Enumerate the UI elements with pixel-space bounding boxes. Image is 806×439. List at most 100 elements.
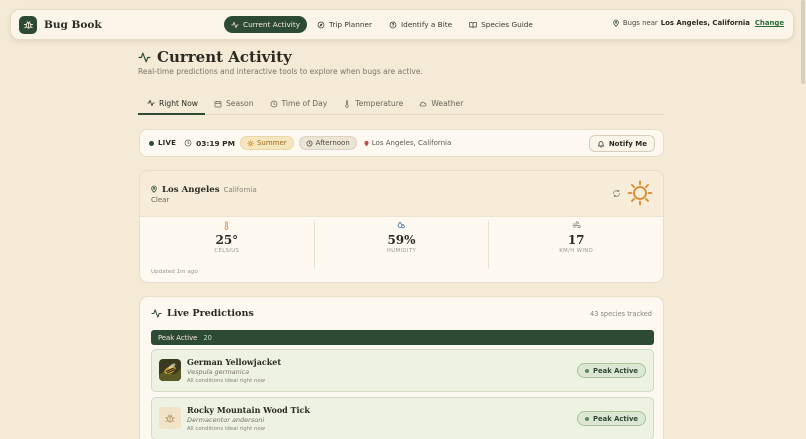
map-pin-icon (613, 19, 619, 27)
species-tracked-count: 43 species tracked (590, 310, 652, 318)
clock-icon (306, 140, 313, 146)
humidity-value: 59% (387, 233, 416, 247)
notify-me-label: Notify Me (608, 139, 647, 148)
nav-trip-planner[interactable]: Trip Planner (310, 16, 379, 33)
species-row[interactable]: Rocky Mountain Wood Tick Dermacentor and… (151, 397, 654, 439)
live-predictions-card: Live Predictions 43 species tracked Peak… (139, 296, 664, 439)
help-circle-icon (389, 21, 397, 28)
updated-timestamp: Updated 1m ago (151, 269, 198, 275)
live-location-label: Los Angeles, California (371, 139, 452, 147)
stat-humidity: 59% HUMIDITY (313, 221, 489, 269)
location-info: Bugs near Los Angeles, California Change (612, 19, 784, 27)
clock-icon (184, 139, 192, 147)
tab-weather[interactable]: Weather (410, 93, 470, 114)
species-name: German Yellowjacket (187, 357, 282, 367)
status-badge: Peak Active (577, 363, 646, 378)
weather-city: Los Angeles (162, 185, 220, 195)
map-pin-icon (364, 140, 369, 146)
season-badge: Summer (239, 136, 294, 150)
brand[interactable]: Bug Book (19, 15, 102, 34)
tab-weather-label: Weather (431, 99, 464, 108)
nav-identify-bite-label: Identify a Bite (401, 20, 453, 29)
bug-icon (159, 407, 181, 429)
compass-icon (317, 21, 325, 28)
activity-icon (147, 99, 155, 107)
map-pin-icon (151, 185, 157, 193)
weather-condition: Clear (151, 196, 170, 204)
wind-label: KM/H WIND (559, 248, 594, 254)
tab-time-of-day-label: Time of Day (281, 99, 328, 108)
tab-time-of-day[interactable]: Time of Day (261, 93, 335, 114)
stat-temperature: 25° CELSIUS (140, 221, 314, 269)
view-tabs: Right Now Season Time of Day Temperature… (138, 93, 664, 115)
top-navigation: Bug Book Current Activity Trip Planner I… (10, 9, 794, 40)
droplets-icon (397, 221, 405, 229)
live-time: 03:19 PM (196, 138, 235, 148)
change-location-link[interactable]: Change (755, 19, 784, 27)
cloud-icon (420, 101, 427, 106)
species-thumbnail (159, 359, 181, 381)
thermometer-icon (345, 99, 349, 108)
nav-current-activity-label: Current Activity (243, 20, 301, 29)
wind-value: 17 (567, 233, 585, 247)
species-row[interactable]: German Yellowjacket Vespula germanica Al… (151, 349, 654, 392)
weather-header: Los Angeles California Clear (140, 171, 663, 217)
live-status-bar: LIVE 03:19 PM Summer Afternoon Los Angel… (139, 129, 664, 157)
nav-species-guide-label: Species Guide (481, 20, 533, 29)
status-label: Peak Active (593, 414, 638, 423)
species-scientific-name: Vespula germanica (187, 368, 250, 376)
time-period-badge: Afternoon (298, 136, 357, 150)
activity-icon (231, 21, 239, 28)
live-location: Los Angeles, California (363, 139, 452, 147)
page-title-text: Current Activity (157, 48, 292, 66)
group-label: Peak Active (158, 333, 198, 342)
weather-stats: 25° CELSIUS 59% HUMIDITY 17 KM/H WIND (140, 221, 663, 269)
location-prefix: Bugs near (622, 19, 658, 27)
nav-species-guide[interactable]: Species Guide (462, 16, 540, 33)
page-title: Current Activity (138, 48, 292, 66)
temperature-label: CELSIUS (214, 248, 240, 254)
tab-temperature-label: Temperature (355, 99, 404, 108)
thermometer-icon (224, 221, 229, 230)
species-scientific-name: Dermacentor andersoni (187, 416, 265, 424)
species-note: All conditions ideal right now (187, 378, 266, 384)
status-dot (585, 416, 590, 421)
status-label: Peak Active (593, 366, 638, 375)
live-label: LIVE (158, 139, 177, 147)
weather-card: Los Angeles California Clear 25° CELSIUS… (139, 170, 664, 283)
stat-wind: 17 KM/H WIND (488, 221, 663, 269)
location-name: Los Angeles, California (660, 19, 750, 27)
nav-trip-planner-label: Trip Planner (329, 20, 373, 29)
tab-temperature[interactable]: Temperature (334, 93, 410, 114)
sun-icon (627, 180, 653, 206)
status-badge: Peak Active (577, 411, 646, 426)
page-subtitle: Real-time predictions and interactive to… (138, 67, 423, 76)
refresh-icon[interactable] (612, 189, 621, 198)
activity-icon (138, 52, 151, 62)
live-indicator-dot (149, 140, 154, 146)
peak-active-group-header[interactable]: Peak Active 20 (151, 330, 654, 345)
nav-identify-bite[interactable]: Identify a Bite (382, 16, 459, 33)
nav-links: Current Activity Trip Planner Identify a… (224, 16, 543, 33)
activity-icon (151, 309, 162, 318)
sun-icon (247, 139, 254, 147)
time-period-label: Afternoon (315, 139, 350, 147)
species-note: All conditions ideal right now (187, 426, 266, 432)
wind-icon (572, 221, 581, 229)
bell-icon (597, 140, 604, 147)
temperature-value: 25° (215, 233, 239, 247)
predictions-title-text: Live Predictions (167, 308, 254, 319)
tab-right-now-label: Right Now (159, 98, 198, 108)
brand-name: Bug Book (44, 18, 102, 31)
notify-me-button[interactable]: Notify Me (588, 135, 655, 152)
group-count: 20 (203, 333, 212, 342)
nav-current-activity[interactable]: Current Activity (224, 16, 308, 33)
tab-right-now[interactable]: Right Now (138, 93, 205, 115)
predictions-title: Live Predictions (151, 308, 254, 319)
weather-state: California (223, 186, 257, 194)
species-name: Rocky Mountain Wood Tick (187, 405, 310, 415)
page-scrollbar[interactable] (801, 0, 805, 84)
tab-season[interactable]: Season (205, 93, 261, 114)
book-icon (469, 21, 477, 28)
clock-icon (270, 100, 277, 107)
